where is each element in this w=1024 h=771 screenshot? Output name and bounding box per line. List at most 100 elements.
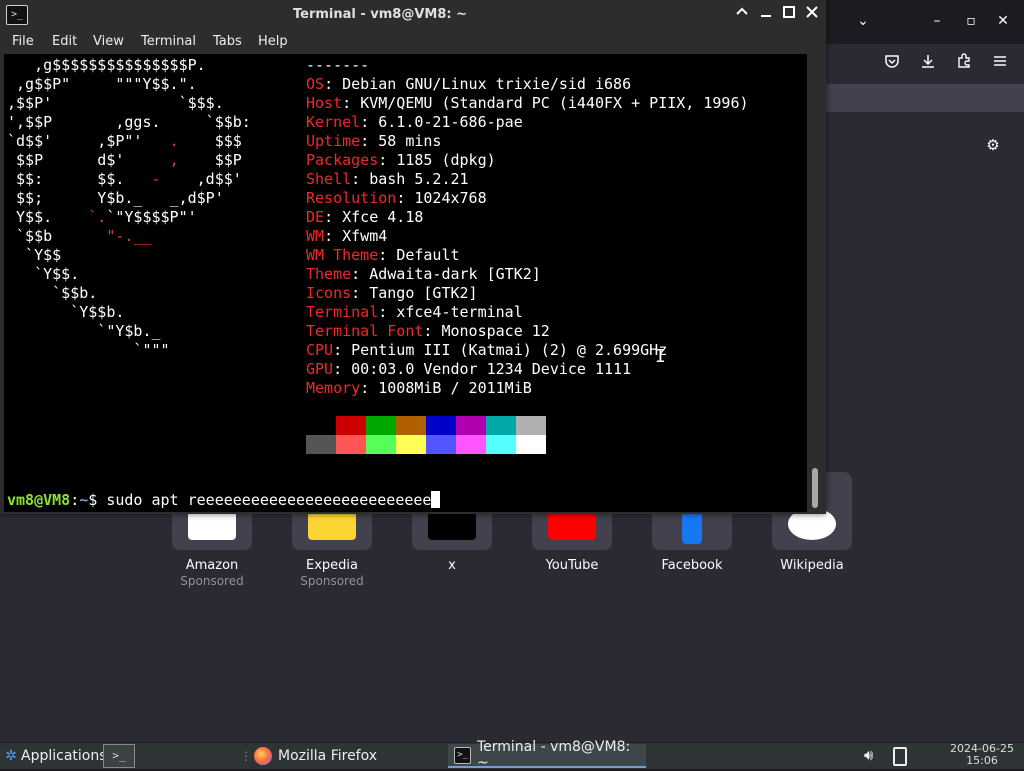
applications-label: Applications: [21, 748, 107, 764]
task-firefox[interactable]: Mozilla Firefox: [248, 744, 446, 768]
color-palette: [306, 416, 546, 454]
info-uptime: Uptime: 58 mins: [306, 132, 442, 150]
terminal-launcher-icon[interactable]: >_: [103, 744, 135, 768]
shortcut-label: Expedia: [306, 558, 358, 573]
palette-swatch: [306, 435, 336, 454]
info-wm: WM: Xfwm4: [306, 227, 388, 245]
info-shell: Shell: bash 5.2.21: [306, 170, 469, 188]
task-terminal[interactable]: >_ Terminal - vm8@VM8: ~: [448, 739, 646, 771]
palette-swatch: [426, 416, 456, 435]
maximize-button[interactable]: [779, 5, 799, 25]
separator-line: -------: [306, 56, 370, 74]
terminal-menubar: File Edit View Terminal Tabs Help: [0, 30, 826, 54]
window-title: Terminal - vm8@VM8: ~: [292, 7, 468, 22]
palette-swatch: [336, 435, 366, 454]
scrollbar-thumb[interactable]: [812, 468, 818, 508]
close-button[interactable]: [802, 5, 822, 25]
task-label: Terminal - vm8@VM8: ~: [476, 739, 631, 771]
prompt-separator: :: [70, 491, 80, 509]
list-all-tabs-icon[interactable]: ⌄: [850, 8, 876, 34]
terminal-titlebar[interactable]: >_ Terminal - vm8@VM8: ~: [0, 0, 826, 30]
terminal-scrollbar[interactable]: [808, 54, 826, 514]
info-terminal: Terminal: xfce4-terminal: [306, 303, 523, 321]
palette-swatch: [516, 416, 546, 435]
menu-edit[interactable]: Edit: [52, 30, 77, 54]
info-icons: Icons: Tango [GTK2]: [306, 284, 478, 302]
palette-swatch: [456, 416, 486, 435]
collapse-chevron-up-icon[interactable]: [732, 5, 752, 25]
battery-icon[interactable]: [893, 747, 907, 766]
task-label: Mozilla Firefox: [278, 748, 378, 764]
firefox-minimize-button[interactable]: –: [924, 8, 950, 34]
taskbar: ✲ Applications >_ ⋮ Mozilla Firefox >_ T…: [0, 739, 1024, 771]
system-info: OS: Debian GNU/Linux trixie/sid i686 Hos…: [306, 75, 749, 398]
clock-time: 15:06: [966, 754, 998, 767]
palette-row-bright: [306, 435, 546, 454]
command-input[interactable]: sudo apt reeeeeeeeeeeeeeeeeeeeeeeeee: [97, 491, 431, 509]
volume-icon[interactable]: 🔊︎: [864, 746, 873, 764]
applications-menu-button[interactable]: ✲ Applications: [0, 743, 107, 769]
terminal-window: >_ Terminal - vm8@VM8: ~ File Edit View …: [0, 0, 826, 514]
command-prompt[interactable]: vm8@VM8:~$ sudo apt reeeeeeeeeeeeeeeeeee…: [7, 491, 441, 510]
palette-swatch: [396, 435, 426, 454]
firefox-close-button[interactable]: ✕: [990, 8, 1016, 34]
info-memory: Memory: 1008MiB / 2011MiB: [306, 379, 532, 397]
firefox-urlbar-area: [826, 84, 1024, 112]
palette-swatch: [486, 416, 516, 435]
palette-swatch: [306, 416, 336, 435]
terminal-icon: >_: [454, 746, 471, 764]
shortcut-label: x: [448, 558, 456, 573]
shortcut-sponsored-label: Sponsored: [180, 574, 244, 588]
taskbar-separator-handle[interactable]: ⋮: [240, 748, 252, 764]
info-cpu: CPU: Pentium III (Katmai) (2) @ 2.699GHz: [306, 341, 668, 359]
firefox-titlebar: ⌄ – ▫ ✕: [826, 0, 1024, 44]
info-os: OS: Debian GNU/Linux trixie/sid i686: [306, 75, 632, 93]
info-de: DE: Xfce 4.18: [306, 208, 424, 226]
info-theme: Theme: Adwaita-dark [GTK2]: [306, 265, 541, 283]
menu-icon[interactable]: [987, 52, 1013, 76]
pocket-icon[interactable]: [879, 52, 905, 76]
menu-view[interactable]: View: [93, 30, 124, 54]
info-resolution: Resolution: 1024x768: [306, 189, 487, 207]
menu-tabs[interactable]: Tabs: [213, 30, 242, 54]
info-gpu: GPU: 00:03.0 Vendor 1234 Device 1111: [306, 360, 632, 378]
palette-swatch: [486, 435, 516, 454]
prompt-symbol: $: [88, 491, 98, 509]
firefox-newtab-content: [826, 112, 1024, 742]
info-terminal-font: Terminal Font: Monospace 12: [306, 322, 550, 340]
prompt-user-host: vm8@VM8: [7, 491, 71, 509]
text-cursor: [431, 491, 441, 508]
facebook-logo-icon: [682, 512, 702, 544]
mouse-ibeam-cursor-icon: I: [655, 346, 666, 367]
info-packages: Packages: 1185 (dpkg): [306, 151, 496, 169]
downloads-icon[interactable]: [915, 52, 941, 76]
info-host: Host: KVM/QEMU (Standard PC (i440FX + PI…: [306, 94, 749, 112]
palette-swatch: [456, 435, 486, 454]
firefox-icon: [254, 747, 272, 765]
shortcut-label: Amazon: [185, 558, 239, 573]
shortcut-sponsored-label: Sponsored: [300, 574, 364, 588]
palette-swatch: [366, 435, 396, 454]
shortcut-label: Facebook: [661, 558, 723, 573]
debian-ascii-logo: ,g$$$$$$$$$$$$$$$P. ,g$$P" """Y$$.". ,$$…: [7, 56, 251, 359]
palette-swatch: [396, 416, 426, 435]
minimize-button[interactable]: [756, 5, 776, 25]
clock[interactable]: 2024-06-25 15:06: [940, 743, 1024, 767]
menu-help[interactable]: Help: [258, 30, 288, 54]
extensions-icon[interactable]: [951, 52, 977, 76]
menu-file[interactable]: File: [12, 30, 34, 54]
palette-swatch: [336, 416, 366, 435]
info-wm-theme: WM Theme: Default: [306, 246, 460, 264]
palette-swatch: [366, 416, 396, 435]
firefox-maximize-button[interactable]: ▫: [958, 8, 984, 34]
xfce-logo-icon: ✲: [5, 748, 17, 764]
prompt-path: ~: [79, 491, 89, 509]
shortcut-label: YouTube: [545, 558, 599, 573]
info-kernel: Kernel: 6.1.0-21-686-pae: [306, 113, 523, 131]
shortcut-label: Wikipedia: [780, 558, 844, 573]
palette-swatch: [426, 435, 456, 454]
terminal-output[interactable]: ,g$$$$$$$$$$$$$$$P. ,g$$P" """Y$$.". ,$$…: [4, 54, 807, 512]
palette-row-normal: [306, 416, 546, 435]
settings-icon[interactable]: ⚙: [980, 133, 1006, 157]
menu-terminal[interactable]: Terminal: [141, 30, 196, 54]
